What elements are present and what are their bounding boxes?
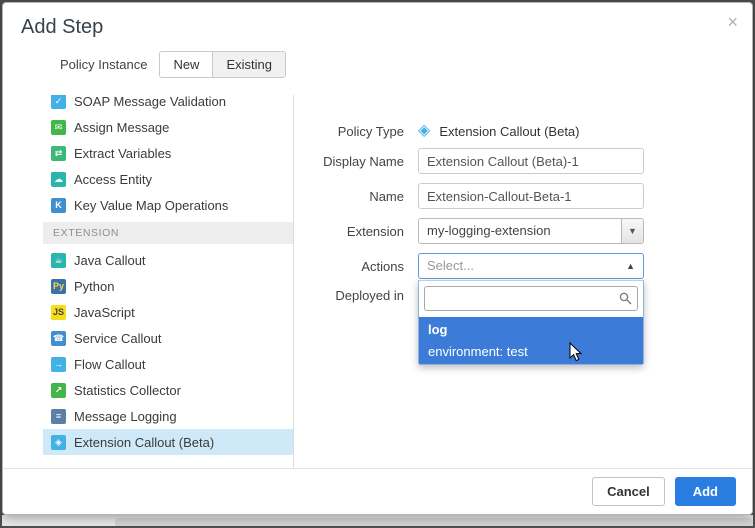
- sidebar-item-label: Extract Variables: [74, 146, 171, 161]
- sidebar-item[interactable]: JS JavaScript: [43, 299, 293, 325]
- background-panel: [115, 518, 753, 526]
- deployed-in-label: Deployed in: [294, 288, 404, 303]
- flow-callout-icon: →: [51, 357, 66, 372]
- sidebar-item-label: Java Callout: [74, 253, 146, 268]
- sidebar-item[interactable]: Py Python: [43, 273, 293, 299]
- screen: Add Step × Policy Instance New Existing …: [0, 0, 755, 528]
- tab-existing[interactable]: Existing: [212, 52, 285, 77]
- policy-sidebar-list: ✓ SOAP Message Validation ✉ Assign Message ⇄…: [3, 95, 293, 468]
- actions-dropdown-options: logenvironment: test: [419, 317, 643, 364]
- actions-row: Actions Select... ▲: [294, 253, 752, 279]
- name-input[interactable]: [418, 183, 644, 209]
- actions-label: Actions: [294, 259, 404, 274]
- sidebar-item-label: Service Callout: [74, 331, 161, 346]
- display-name-label: Display Name: [294, 154, 404, 169]
- policy-type-label: Policy Type: [294, 124, 404, 139]
- sidebar-item-label: Message Logging: [74, 409, 177, 424]
- extract-variables-icon: ⇄: [51, 146, 66, 161]
- sidebar-item[interactable]: ◈ Extension Callout (Beta): [43, 429, 293, 455]
- python-icon: Py: [51, 279, 66, 294]
- sidebar-item[interactable]: ✉ Assign Message: [43, 114, 293, 140]
- sidebar-item-label: Assign Message: [74, 120, 169, 135]
- assign-message-icon: ✉: [51, 120, 66, 135]
- name-row: Name: [294, 183, 752, 209]
- sidebar-item-label: Statistics Collector: [74, 383, 181, 398]
- sidebar-item-label: Extension Callout (Beta): [74, 435, 214, 450]
- sidebar-item-label: SOAP Message Validation: [74, 95, 226, 109]
- dropdown-search-wrap: [419, 281, 643, 316]
- policy-type-value-wrap: ◈ Extension Callout (Beta): [418, 123, 580, 139]
- policy-instance-row: Policy Instance New Existing: [60, 51, 752, 78]
- sidebar-section-header: EXTENSION: [43, 222, 293, 244]
- actions-dropdown-panel: logenvironment: test: [418, 280, 644, 365]
- add-step-modal: Add Step × Policy Instance New Existing …: [2, 2, 753, 515]
- sidebar-item[interactable]: K Key Value Map Operations: [43, 192, 293, 218]
- tab-new[interactable]: New: [160, 52, 212, 77]
- dropdown-option[interactable]: environment: test: [419, 339, 643, 364]
- policy-instance-label: Policy Instance: [60, 57, 147, 72]
- background-page: [2, 515, 753, 526]
- policy-type-value: Extension Callout (Beta): [439, 124, 579, 139]
- display-name-row: Display Name: [294, 148, 752, 174]
- java-callout-icon: ☕: [51, 253, 66, 268]
- chevron-down-icon[interactable]: ▼: [621, 219, 643, 243]
- modal-title: Add Step: [21, 16, 734, 39]
- sidebar-item[interactable]: ☎ Service Callout: [43, 325, 293, 351]
- extension-callout-icon: ◈: [51, 435, 66, 450]
- policy-instance-tabs: New Existing: [159, 51, 286, 78]
- name-label: Name: [294, 189, 404, 204]
- sidebar-item[interactable]: ☕ Java Callout: [43, 247, 293, 273]
- extension-row: Extension my-logging-extension ▼: [294, 218, 752, 244]
- actions-select[interactable]: Select... ▲: [418, 253, 644, 279]
- display-name-input[interactable]: [418, 148, 644, 174]
- dropdown-search-input[interactable]: [424, 286, 638, 311]
- access-entity-icon: ☁: [51, 172, 66, 187]
- actions-select-value: Select...: [427, 258, 474, 273]
- extension-select-value: my-logging-extension: [427, 223, 551, 238]
- dropdown-option[interactable]: log: [419, 317, 643, 339]
- key-value-map-operations-icon: K: [51, 198, 66, 213]
- sidebar-item-label: Access Entity: [74, 172, 152, 187]
- add-button[interactable]: Add: [675, 477, 736, 506]
- message-logging-icon: ≡: [51, 409, 66, 424]
- cursor-pointer-icon: [569, 342, 583, 362]
- service-callout-icon: ☎: [51, 331, 66, 346]
- policy-form: Policy Type ◈ Extension Callout (Beta) D…: [294, 95, 752, 303]
- sidebar-item[interactable]: ≡ Message Logging: [43, 403, 293, 429]
- policy-form-panel: Policy Type ◈ Extension Callout (Beta) D…: [293, 95, 752, 468]
- chevron-up-icon: ▲: [626, 254, 635, 278]
- extension-callout-icon: ◈: [418, 123, 430, 139]
- soap-message-validation-icon: ✓: [51, 95, 66, 109]
- sidebar-item[interactable]: ↗ Statistics Collector: [43, 377, 293, 403]
- search-icon: [619, 292, 632, 305]
- modal-header: Add Step ×: [3, 3, 752, 45]
- sidebar-item-label: Flow Callout: [74, 357, 146, 372]
- javascript-icon: JS: [51, 305, 66, 320]
- sidebar-item[interactable]: ☁ Access Entity: [43, 166, 293, 192]
- statistics-collector-icon: ↗: [51, 383, 66, 398]
- extension-label: Extension: [294, 224, 404, 239]
- sidebar-item[interactable]: ✓ SOAP Message Validation: [43, 95, 293, 114]
- sidebar-item-label: JavaScript: [74, 305, 135, 320]
- sidebar-item-label: Python: [74, 279, 114, 294]
- sidebar-item-label: Key Value Map Operations: [74, 198, 228, 213]
- modal-content: ✓ SOAP Message Validation ✉ Assign Message ⇄…: [3, 95, 752, 468]
- policy-type-row: Policy Type ◈ Extension Callout (Beta): [294, 123, 752, 139]
- modal-footer: Cancel Add: [3, 468, 752, 514]
- cancel-button[interactable]: Cancel: [592, 477, 665, 506]
- sidebar-item[interactable]: ⇄ Extract Variables: [43, 140, 293, 166]
- extension-select[interactable]: my-logging-extension ▼: [418, 218, 644, 244]
- sidebar-item[interactable]: → Flow Callout: [43, 351, 293, 377]
- close-icon[interactable]: ×: [727, 13, 738, 31]
